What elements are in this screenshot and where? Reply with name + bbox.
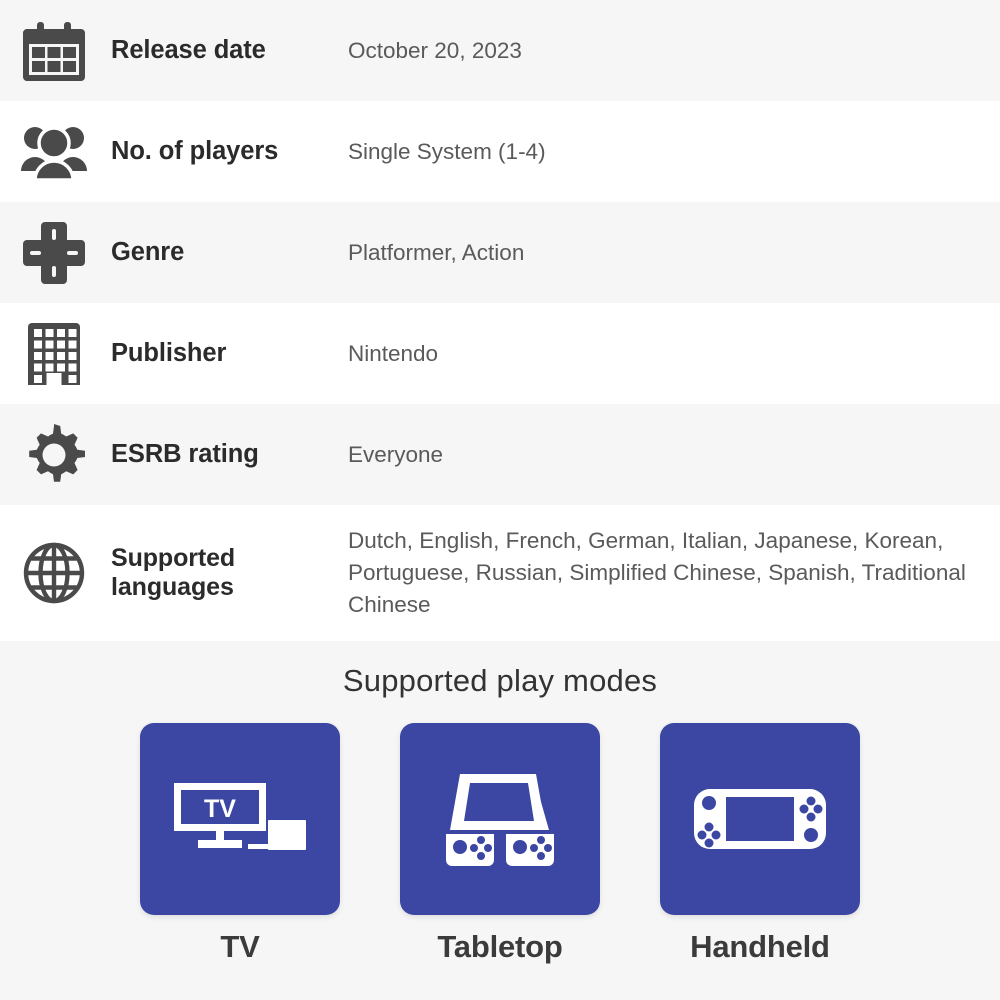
- spec-label-supported-languages: Supported languages: [111, 544, 236, 601]
- tv-screen-icon: TV TV: [174, 783, 306, 850]
- spec-row-genre: Genre Platformer, Action: [0, 202, 1000, 303]
- tabletop-console-icon: [446, 774, 554, 866]
- play-mode-handheld-tile[interactable]: [660, 723, 860, 915]
- globe-icon: [18, 542, 90, 604]
- play-mode-tabletop-tile[interactable]: [400, 723, 600, 915]
- tv-screen-text: TV: [204, 795, 236, 823]
- specs-table: Release date October 20, 2023 No. of pla: [0, 0, 1000, 641]
- play-mode-tv[interactable]: TV TV TV: [140, 723, 340, 965]
- spec-value-supported-languages: Dutch, English, French, German, Italian,…: [348, 528, 966, 617]
- play-modes-title: Supported play modes: [342, 663, 658, 698]
- building-icon: [18, 322, 90, 385]
- spec-row-esrb-rating: ESRB rating Everyone: [0, 404, 1000, 505]
- spec-value-no-of-players: Single System (1-4): [348, 138, 546, 164]
- game-details-panel: Release date October 20, 2023 No. of pla: [0, 0, 1000, 1000]
- play-mode-tv-tile[interactable]: TV TV: [140, 723, 340, 915]
- spec-row-release-date: Release date October 20, 2023: [0, 0, 1000, 101]
- spec-row-supported-languages: Supported languages Dutch, English, Fren…: [0, 505, 1000, 641]
- spec-label-publisher: Publisher: [111, 338, 227, 367]
- spec-value-publisher: Nintendo: [348, 340, 439, 366]
- play-mode-handheld-label: Handheld: [690, 929, 830, 964]
- spec-label-no-of-players: No. of players: [111, 136, 279, 165]
- spec-label-esrb-rating: ESRB rating: [111, 439, 259, 468]
- spec-value-release-date: October 20, 2023: [348, 37, 522, 63]
- play-modes-grid: TV TV TV: [140, 723, 860, 965]
- supported-play-modes-section: Supported play modes TV TV Tabletop Hand…: [0, 641, 1000, 1000]
- gear-icon: [18, 423, 90, 486]
- handheld-console-icon: [694, 789, 826, 849]
- players-group-icon: [18, 124, 90, 180]
- play-mode-handheld[interactable]: Handheld: [660, 723, 860, 965]
- dpad-icon: [18, 221, 90, 284]
- play-mode-tv-label: TV: [220, 929, 260, 964]
- play-mode-tabletop-label: Tabletop: [437, 929, 563, 964]
- spec-row-publisher: Publisher Nintendo: [0, 303, 1000, 404]
- spec-value-genre: Platformer, Action: [348, 239, 525, 265]
- spec-value-esrb-rating: Everyone: [348, 441, 444, 467]
- play-mode-tabletop[interactable]: Tabletop: [400, 723, 600, 965]
- spec-label-release-date: Release date: [111, 35, 266, 64]
- spec-row-no-of-players: No. of players Single System (1-4): [0, 101, 1000, 202]
- spec-label-genre: Genre: [111, 237, 185, 266]
- calendar-icon: [18, 20, 90, 82]
